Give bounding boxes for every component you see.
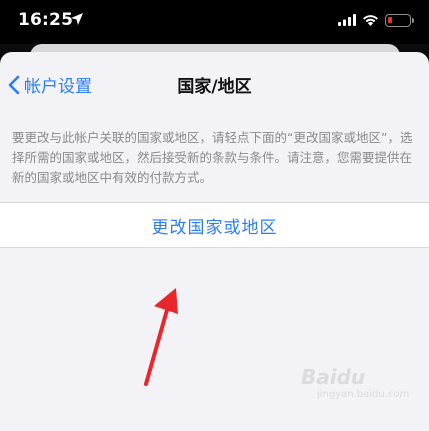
battery-low-icon	[385, 13, 414, 27]
wifi-icon	[363, 15, 378, 26]
baidu-watermark: Baidu jingyan.baidu.com	[301, 353, 411, 405]
change-country-region-label: 更改国家或地区	[151, 217, 278, 238]
status-time: 16:25	[18, 10, 74, 30]
status-indicators	[338, 12, 414, 28]
status-bar: 16:25	[0, 0, 429, 44]
page-title: 国家/地区	[177, 77, 252, 97]
navigation-bar: 帐户设置 国家/地区	[0, 52, 429, 116]
description-text: 要更改与此帐户关联的国家或地区，请轻点下面的“更改国家或地区”，选择所需的国家或…	[12, 130, 413, 185]
battery-level	[388, 16, 392, 23]
change-country-region-button[interactable]: 更改国家或地区	[0, 202, 429, 248]
country-region-sheet: 帐户设置 国家/地区 要更改与此帐户关联的国家或地区，请轻点下面的“更改国家或地…	[0, 52, 429, 431]
location-arrow-icon	[71, 13, 83, 25]
red-arrow-annotation	[144, 288, 178, 386]
signal-icon	[338, 14, 356, 26]
watermark-brand: Baidu	[301, 365, 366, 389]
watermark-domain: jingyan.baidu.com	[317, 389, 410, 400]
